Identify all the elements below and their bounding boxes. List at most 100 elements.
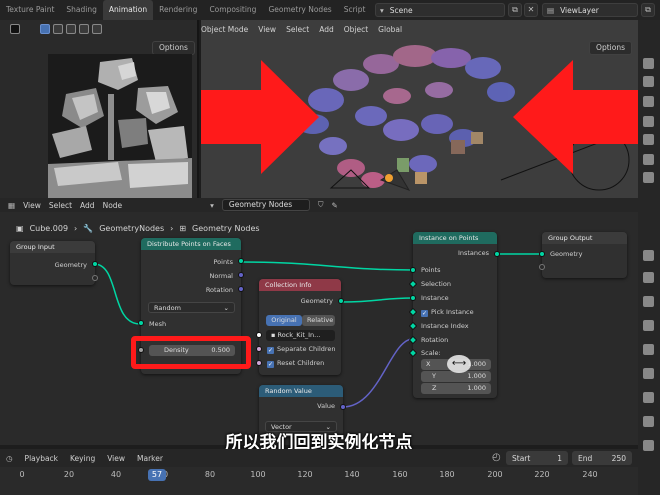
viewport-menu-add[interactable]: Add (319, 25, 334, 34)
transform-original-toggle[interactable]: Original (266, 315, 302, 326)
reset-children-socket[interactable] (256, 360, 262, 366)
select-intersect-icon[interactable] (92, 24, 102, 34)
collection-info-geometry-socket[interactable] (338, 298, 344, 304)
group-input-title: Group Input (10, 241, 95, 253)
image-options-button[interactable]: Options (152, 41, 195, 55)
random-value-output-label: Value (317, 402, 335, 410)
node-menu-node[interactable]: Node (103, 201, 123, 210)
ruler-tick: 180 (439, 470, 455, 479)
physics-icon[interactable] (643, 172, 654, 183)
transform-relative-toggle[interactable]: Relative (302, 315, 335, 326)
frame-end-field[interactable]: End 250 (572, 451, 632, 465)
tab-geometry-nodes[interactable]: Geometry Nodes (262, 0, 337, 20)
random-value-socket[interactable] (340, 404, 346, 410)
viewport-options-button[interactable]: Options (589, 41, 632, 55)
timeline-menu-playback[interactable]: Playback (25, 454, 58, 463)
ruler-tick: 140 (344, 470, 360, 479)
distribute-points-socket[interactable] (238, 258, 244, 264)
scale-z-field[interactable]: Z 1.000 (421, 383, 491, 394)
timeline-ruler[interactable]: 0 20 40 60 80 100 120 140 160 180 200 22… (0, 467, 638, 495)
rotation-input-label: Rotation (421, 336, 449, 344)
distribute-mode-dropdown[interactable]: Random ⌄ (148, 302, 235, 313)
node-view-icon[interactable] (643, 272, 654, 283)
viewport-menu-select[interactable]: Select (286, 25, 309, 34)
reset-children-row[interactable]: ✓ Reset Children (267, 359, 324, 368)
group-output-geometry-socket[interactable] (539, 251, 545, 257)
modifier-icon[interactable] (643, 134, 654, 145)
group-output-empty-socket[interactable] (539, 264, 545, 270)
separate-children-row[interactable]: ✓ Separate Children (267, 345, 336, 354)
object-properties-icon[interactable] (643, 116, 654, 127)
3d-viewport[interactable]: Object Mode View Select Add Object Globa… (201, 20, 638, 198)
group-input-geometry-socket[interactable] (92, 261, 98, 267)
separate-children-socket[interactable] (256, 346, 262, 352)
collection-info-node[interactable]: Collection Info Geometry Original Relati… (256, 279, 344, 375)
current-frame-indicator[interactable]: 57 (148, 469, 166, 481)
editor-type-icon[interactable]: ▦ (8, 201, 15, 210)
select-subtract-icon[interactable] (66, 24, 76, 34)
scene-selector[interactable]: ▾ Scene (375, 3, 505, 17)
object-mode-dropdown[interactable]: Object Mode (201, 25, 248, 34)
breadcrumb: ▣ Cube.009 › 🔧 GeometryNodes › ⊞ Geometr… (16, 224, 260, 233)
ruler-tick: 80 (204, 470, 216, 479)
select-invert-icon[interactable] (79, 24, 89, 34)
tab-script[interactable]: Script (338, 0, 372, 20)
tab-texture-paint[interactable]: Texture Paint (0, 0, 60, 20)
points-input-socket[interactable] (410, 267, 416, 273)
node-material-icon[interactable] (643, 440, 654, 451)
camera-icon[interactable] (643, 58, 654, 69)
node-menu-select[interactable]: Select (49, 201, 72, 210)
collection-field[interactable]: ▪ Rock_Kit_In... (266, 330, 335, 341)
distribute-mesh-socket[interactable] (138, 320, 144, 326)
view-layer-selector[interactable]: ▤ ViewLayer (542, 3, 638, 17)
frame-start-field[interactable]: Start 1 (506, 451, 568, 465)
viewport-menu-view[interactable]: View (258, 25, 276, 34)
delete-scene-icon[interactable]: ✕ (524, 3, 538, 17)
cursor-tool-icon[interactable] (10, 24, 20, 34)
transform-orientation-dropdown[interactable]: Global (378, 25, 402, 34)
tab-shading[interactable]: Shading (60, 0, 102, 20)
clock-icon[interactable]: ◴ (492, 452, 501, 463)
node-menu-view[interactable]: View (23, 201, 41, 210)
group-input-node[interactable]: Group Input Geometry (10, 241, 98, 285)
select-extend-icon[interactable] (53, 24, 63, 34)
distribute-normal-label: Normal (209, 272, 233, 280)
pick-instance-row[interactable]: ✓ Pick Instance (421, 308, 474, 317)
timeline-menu-marker[interactable]: Marker (137, 454, 163, 463)
view-layer-new-icon[interactable]: ⧉ (641, 3, 655, 17)
ruler-tick: 240 (582, 470, 598, 479)
tab-animation[interactable]: Animation (102, 0, 154, 20)
new-scene-icon[interactable]: ⧉ (508, 3, 522, 17)
instance-on-points-node[interactable]: Instance on Points Instances Points Sele… (408, 232, 500, 398)
node-settings-icon[interactable] (643, 344, 654, 355)
viewport-menu-object[interactable]: Object (344, 25, 368, 34)
group-output-node[interactable]: Group Output Geometry (539, 232, 627, 278)
grab-icon[interactable] (643, 76, 654, 87)
node-tool-icon[interactable] (643, 250, 654, 261)
node-data-icon[interactable] (643, 368, 654, 379)
pin-icon[interactable]: ✎ (332, 201, 338, 210)
distribute-rotation-socket[interactable] (238, 286, 244, 292)
timeline-editor-icon[interactable]: ◷ (6, 454, 13, 463)
node-options-icon[interactable] (643, 320, 654, 331)
tool-icon[interactable] (643, 96, 654, 107)
tab-compositing[interactable]: Compositing (203, 0, 262, 20)
node-constraint-icon[interactable] (643, 416, 654, 427)
group-input-empty-socket[interactable] (92, 275, 98, 281)
instances-output-socket[interactable] (494, 251, 500, 257)
node-tree-icon[interactable]: ▾ (210, 201, 214, 210)
node-texture-icon[interactable] (643, 392, 654, 403)
tab-rendering[interactable]: Rendering (153, 0, 203, 20)
distribute-normal-socket[interactable] (238, 272, 244, 278)
timeline-menu-view[interactable]: View (107, 454, 125, 463)
fake-user-icon[interactable]: ⛉ (318, 200, 324, 210)
node-editor[interactable]: ▦ View Select Add Node ▾ Geometry Nodes … (0, 198, 638, 445)
timeline-menu-keying[interactable]: Keying (70, 454, 95, 463)
node-tree-name-field[interactable]: Geometry Nodes (221, 199, 310, 211)
node-group-icon[interactable] (643, 296, 654, 307)
instance-input-socket[interactable] (410, 295, 416, 301)
node-menu-add[interactable]: Add (80, 201, 95, 210)
particles-icon[interactable] (643, 154, 654, 165)
collection-socket[interactable] (256, 332, 262, 338)
select-box-icon[interactable] (40, 24, 50, 34)
